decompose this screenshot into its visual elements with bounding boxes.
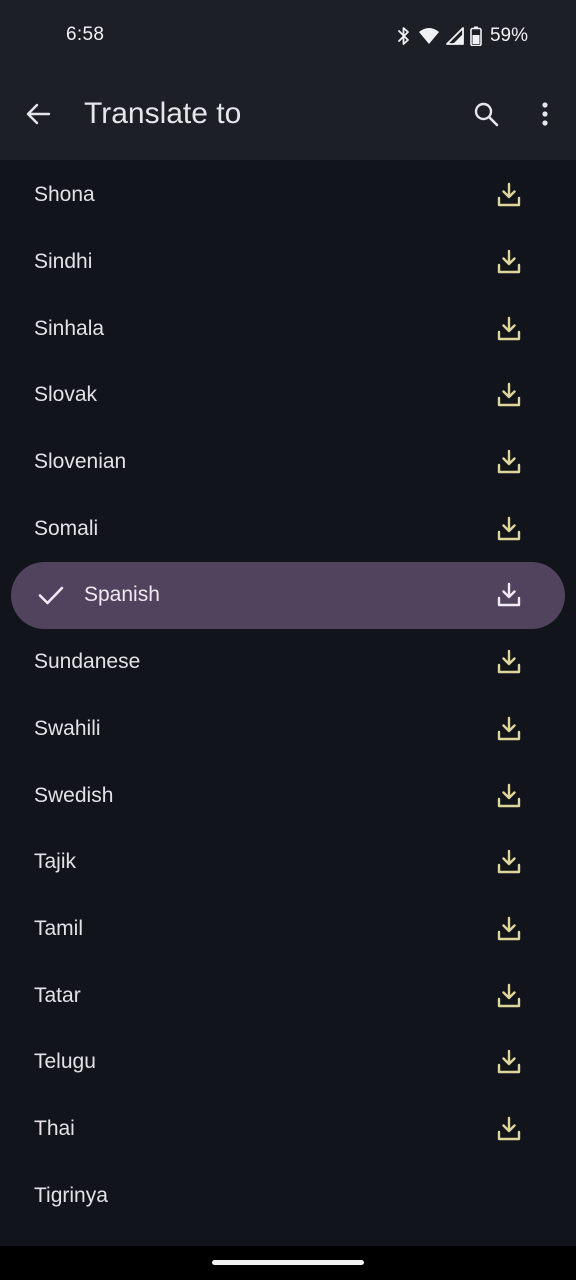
download-icon[interactable] xyxy=(495,648,523,676)
language-label: Slovenian xyxy=(34,450,127,474)
language-item[interactable]: Thai xyxy=(0,1096,576,1163)
language-label: Swedish xyxy=(34,783,114,807)
download-icon[interactable] xyxy=(495,381,523,409)
battery-percentage: 59% xyxy=(489,25,528,46)
language-list: Shona Sindhi Sinhala Slovak Slovenian Somali S… xyxy=(0,162,576,1229)
language-item[interactable]: Sundanese xyxy=(0,629,576,696)
download-icon[interactable] xyxy=(495,1115,523,1143)
search-button[interactable] xyxy=(462,92,510,140)
back-button[interactable] xyxy=(14,92,62,140)
language-item[interactable]: Tajik xyxy=(0,829,576,896)
language-label: Tamil xyxy=(34,916,84,940)
language-label: Thai xyxy=(34,1116,75,1140)
language-label: Tajik xyxy=(34,850,77,874)
status-time: 6:58 xyxy=(66,24,105,45)
language-item[interactable]: Sinhala xyxy=(0,295,576,362)
language-item[interactable]: Somali xyxy=(0,495,576,562)
battery-icon xyxy=(470,26,482,46)
signal-icon xyxy=(446,27,464,45)
download-icon[interactable] xyxy=(495,248,523,276)
download-icon[interactable] xyxy=(495,515,523,543)
download-icon[interactable] xyxy=(495,715,523,743)
download-icon[interactable] xyxy=(495,848,523,876)
status-bar: 6:58 59% xyxy=(0,0,576,72)
home-gesture-handle[interactable] xyxy=(212,1260,364,1265)
more-options-button[interactable] xyxy=(521,92,569,140)
language-label: Tatar xyxy=(34,983,81,1007)
download-icon[interactable] xyxy=(495,315,523,343)
language-item[interactable]: Slovak xyxy=(0,362,576,429)
language-item[interactable]: Shona xyxy=(0,162,576,229)
language-label: Sinhala xyxy=(34,316,105,340)
language-item[interactable]: Swedish xyxy=(0,762,576,829)
language-label: Spanish xyxy=(84,583,160,607)
download-icon[interactable] xyxy=(495,448,523,476)
more-vert-icon xyxy=(541,101,549,132)
language-item[interactable]: Tigrinya xyxy=(0,1162,576,1229)
language-item[interactable]: Slovenian xyxy=(0,429,576,496)
page-title: Translate to xyxy=(84,97,242,130)
language-label: Sindhi xyxy=(34,250,93,274)
language-item[interactable]: Sindhi xyxy=(0,229,576,296)
download-icon[interactable] xyxy=(495,782,523,810)
download-icon[interactable] xyxy=(495,1048,523,1076)
language-item[interactable]: Telugu xyxy=(0,1029,576,1096)
language-label: Shona xyxy=(34,183,95,207)
download-icon[interactable] xyxy=(495,181,523,209)
language-label: Tigrinya xyxy=(34,1183,108,1207)
language-label: Somali xyxy=(34,516,99,540)
download-icon[interactable] xyxy=(495,915,523,943)
search-icon xyxy=(473,101,499,132)
download-icon[interactable] xyxy=(495,581,523,609)
language-label: Telugu xyxy=(34,1050,96,1074)
language-label: Sundanese xyxy=(34,650,141,674)
language-item[interactable]: Tatar xyxy=(0,962,576,1029)
app-bar: Translate to xyxy=(0,72,576,160)
download-icon[interactable] xyxy=(495,982,523,1010)
language-label: Slovak xyxy=(34,383,98,407)
navigation-bar xyxy=(0,1246,576,1280)
wifi-icon xyxy=(418,27,440,45)
status-icons: 59% xyxy=(396,24,528,48)
language-label: Swahili xyxy=(34,716,101,740)
language-item[interactable]: Spanish xyxy=(0,562,576,629)
back-arrow-icon xyxy=(25,101,51,132)
language-item[interactable]: Tamil xyxy=(0,896,576,963)
language-item[interactable]: Swahili xyxy=(0,696,576,763)
check-icon xyxy=(36,580,66,610)
bluetooth-icon xyxy=(396,26,412,46)
